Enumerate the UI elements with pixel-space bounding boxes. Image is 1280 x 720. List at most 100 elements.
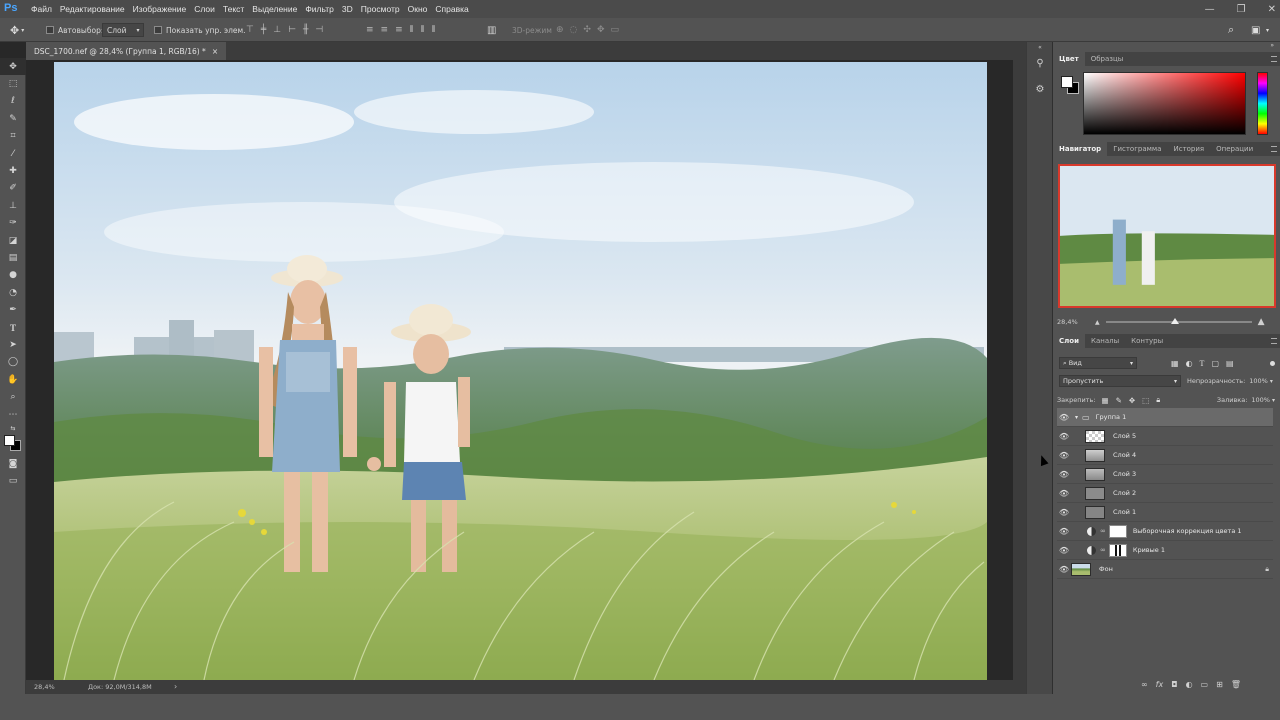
color-picker-field[interactable] <box>1083 72 1246 135</box>
align-left-icon[interactable]: ⊢ <box>288 25 296 35</box>
layer-row-background[interactable]: 👁︎ Фон 🔒︎ <box>1057 560 1273 579</box>
menu-select[interactable]: Выделение <box>252 4 297 14</box>
3d-slide-icon[interactable]: ✥ <box>597 25 605 35</box>
blur-tool[interactable]: ● <box>0 267 26 284</box>
eye-icon[interactable]: 👁︎ <box>1057 508 1071 517</box>
chevron-down-icon[interactable]: ▾ <box>1075 414 1078 421</box>
navigator-preview[interactable] <box>1058 164 1276 308</box>
menu-help[interactable]: Справка <box>435 4 468 14</box>
lock-position-icon[interactable]: ✥ <box>1129 396 1135 405</box>
mask-icon[interactable]: ◘ <box>1171 680 1177 689</box>
minimize-button[interactable]: — <box>1205 4 1215 15</box>
menu-type[interactable]: Текст <box>223 4 244 14</box>
tab-histogram[interactable]: Гистограмма <box>1107 142 1167 156</box>
tab-channels[interactable]: Каналы <box>1085 334 1125 348</box>
layer-row-layer-4[interactable]: 👁︎ Слой 4 <box>1057 446 1273 465</box>
filter-pixel-icon[interactable]: ▦ <box>1171 359 1179 368</box>
eye-icon[interactable]: 👁︎ <box>1057 451 1071 460</box>
filter-smart-icon[interactable]: ▤ <box>1226 359 1234 368</box>
collapse-chevron-icon[interactable]: « <box>1033 44 1047 58</box>
move-tool[interactable]: ✥ <box>0 58 26 76</box>
lock-transparent-icon[interactable]: ▦ <box>1101 396 1108 405</box>
distribute-top-icon[interactable]: ≡ <box>366 25 374 35</box>
link-icon[interactable]: ∞ <box>1141 680 1148 689</box>
link-icon[interactable]: ∞ <box>1100 527 1106 535</box>
search-icon[interactable]: ⌕ <box>1228 18 1234 42</box>
new-layer-icon[interactable]: ⊞ <box>1216 680 1223 689</box>
layer-row-layer-2[interactable]: 👁︎ Слой 2 <box>1057 484 1273 503</box>
swap-colors[interactable]: ⇆ <box>0 423 26 433</box>
align-hcenter-icon[interactable]: ╫ <box>303 25 308 35</box>
align-bottom-icon[interactable]: ⊥ <box>273 25 281 35</box>
zoom-level[interactable]: 28,4% <box>34 683 55 691</box>
blend-mode-select[interactable]: Пропустить ▾ <box>1059 375 1181 387</box>
menu-3d[interactable]: 3D <box>342 4 353 14</box>
brush-tool[interactable]: ✐ <box>0 180 26 197</box>
eraser-tool[interactable]: ◪ <box>0 232 26 249</box>
show-transform-checkbox[interactable] <box>154 26 162 34</box>
tab-history[interactable]: История <box>1167 142 1210 156</box>
tab-color[interactable]: Цвет <box>1053 52 1085 66</box>
color-swatches[interactable] <box>0 433 26 455</box>
tab-navigator[interactable]: Навигатор <box>1053 142 1108 156</box>
distribute-vcenter-icon[interactable]: ≡ <box>381 25 389 35</box>
zoom-slider-thumb[interactable] <box>1170 318 1179 324</box>
marquee-tool[interactable]: ⬚ <box>0 75 26 92</box>
3d-roll-icon[interactable]: ◌ <box>570 25 578 35</box>
navigator-zoom-slider[interactable] <box>1105 318 1252 324</box>
document-canvas-photo[interactable] <box>54 62 987 680</box>
pen-tool[interactable]: ✒ <box>0 301 26 318</box>
lasso-tool[interactable]: ℓ <box>0 93 26 110</box>
layer-row-layer-3[interactable]: 👁︎ Слой 3 <box>1057 465 1273 484</box>
lock-icon[interactable]: 🔒︎ <box>1265 565 1269 574</box>
distribute-left-icon[interactable]: ⦀ <box>410 25 414 35</box>
menu-view[interactable]: Просмотр <box>361 4 400 14</box>
hue-slider[interactable] <box>1257 72 1268 135</box>
document-tab[interactable]: DSC_1700.nef @ 28,4% (Группа 1, RGB/16) … <box>26 42 227 60</box>
close-button[interactable]: ✕ <box>1268 4 1276 15</box>
eye-icon[interactable]: 👁︎ <box>1057 565 1071 574</box>
layer-row-group-1[interactable]: 👁︎ ▾ ▭ Группа 1 <box>1057 408 1273 427</box>
chevron-down-icon[interactable]: ▾ <box>1266 18 1269 42</box>
3d-orbit-icon[interactable]: ⊕ <box>556 25 564 35</box>
history-brush-tool[interactable]: ✑ <box>0 215 26 232</box>
properties-panel-icon[interactable]: ⚲ <box>1033 58 1047 72</box>
layer-row-layer-1[interactable]: 👁︎ Слой 1 <box>1057 503 1273 522</box>
chevron-down-icon[interactable]: ▾ <box>1270 378 1273 385</box>
layer-mask-thumbnail[interactable] <box>1108 543 1127 557</box>
quick-mask-button[interactable]: ◙ <box>0 455 26 472</box>
eye-icon[interactable]: 👁︎ <box>1057 527 1071 536</box>
shape-tool[interactable]: ◯ <box>0 354 26 371</box>
healing-tool[interactable]: ✚ <box>0 162 26 179</box>
eye-icon[interactable]: 👁︎ <box>1057 546 1071 555</box>
eye-icon[interactable]: 👁︎ <box>1057 413 1071 422</box>
3d-scale-icon[interactable]: ▭ <box>611 25 620 35</box>
menu-window[interactable]: Окно <box>408 4 428 14</box>
expand-chevron-icon[interactable]: » <box>1270 42 1274 49</box>
screen-mode-button[interactable]: ▭ <box>0 473 26 490</box>
tab-paths[interactable]: Контуры <box>1125 334 1169 348</box>
eye-icon[interactable]: 👁︎ <box>1057 432 1071 441</box>
canvas-area[interactable] <box>26 60 1026 680</box>
align-right-icon[interactable]: ⊣ <box>315 25 323 35</box>
tab-layers[interactable]: Слои <box>1053 334 1085 348</box>
close-tab-icon[interactable]: × <box>212 47 218 56</box>
type-tool[interactable]: T <box>0 319 26 336</box>
filter-toggle-icon[interactable] <box>1270 360 1275 366</box>
workspace-icon[interactable]: ▣ <box>1251 18 1260 42</box>
trash-icon[interactable]: 🗑︎ <box>1231 680 1241 689</box>
3d-pan-icon[interactable]: ✣ <box>583 25 591 35</box>
menu-layers[interactable]: Слои <box>194 4 215 14</box>
distribute-bottom-icon[interactable]: ≡ <box>395 25 403 35</box>
autoselect-target[interactable]: Слой ▾ <box>102 18 144 42</box>
layer-row-curves[interactable]: 👁︎ ∞ Кривые 1 <box>1057 541 1273 560</box>
panel-menu-icon[interactable] <box>1271 338 1277 344</box>
layer-row-layer-5[interactable]: 👁︎ Слой 5 <box>1057 427 1273 446</box>
folder-icon[interactable]: ▭ <box>1201 680 1209 689</box>
distribute-right-icon[interactable]: ⦀ <box>432 25 436 35</box>
align-vcenter-icon[interactable]: ╪ <box>261 25 266 35</box>
filter-type-icon[interactable]: T <box>1200 359 1205 368</box>
menu-edit[interactable]: Редактирование <box>60 4 125 14</box>
navigator-zoom-value[interactable]: 28,4% <box>1057 318 1095 326</box>
autoselect-option[interactable]: Автовыбор: <box>46 18 103 42</box>
